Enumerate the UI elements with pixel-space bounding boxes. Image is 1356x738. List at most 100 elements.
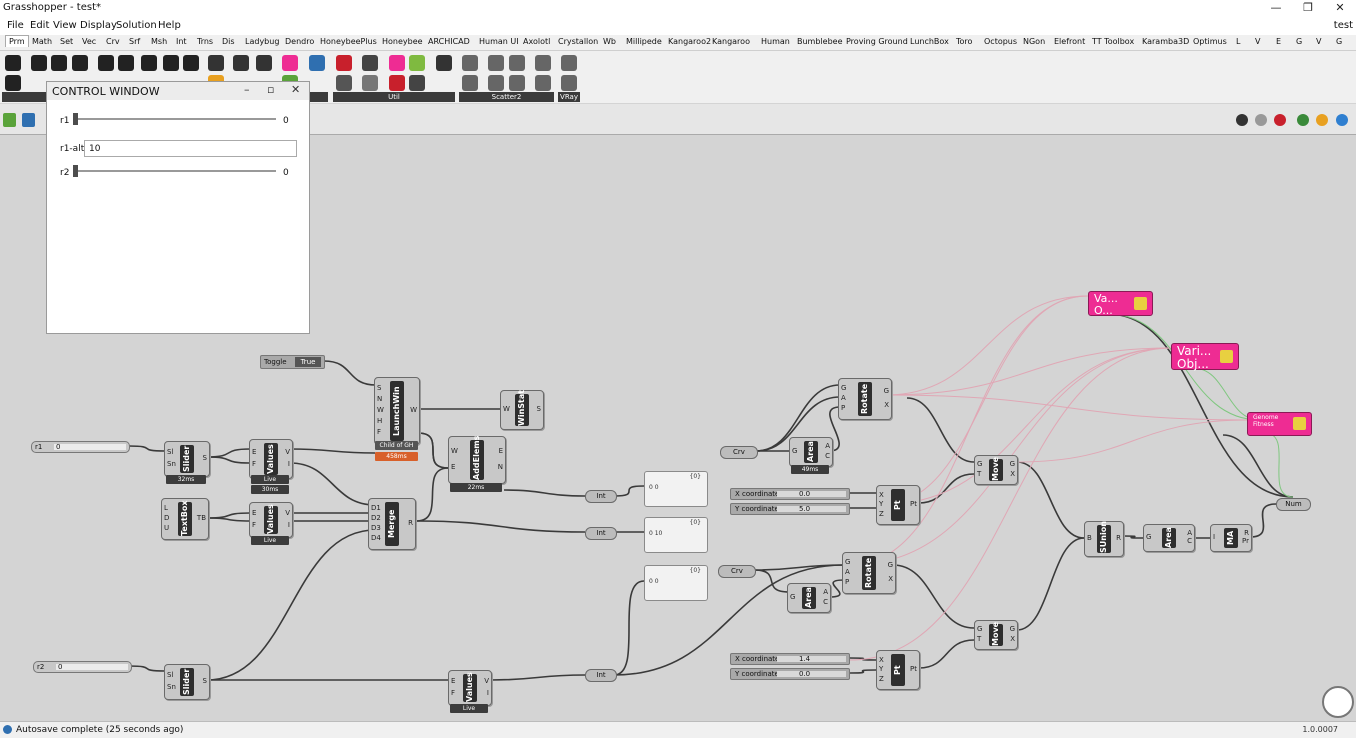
launchwin-output-w[interactable]: W <box>410 406 417 414</box>
ribbon-tool-icon[interactable] <box>436 55 452 71</box>
pt2-y-slider-track[interactable] <box>777 671 846 677</box>
ribbon-tool-icon[interactable] <box>163 55 179 71</box>
pt2-y-slider[interactable]: Y coordinate 0.0 <box>730 668 850 680</box>
merge-output-r[interactable]: R <box>408 519 413 527</box>
move1-component[interactable]: Move G T G X <box>974 455 1018 485</box>
tab-karamba3d-31[interactable]: Karamba3D <box>1142 37 1189 46</box>
rotate1-output-x[interactable]: X <box>884 401 889 409</box>
ribbon-tool-icon[interactable] <box>51 55 67 71</box>
tab-tt-toolbox-30[interactable]: TT Toolbox <box>1092 37 1134 46</box>
control-maximize-button[interactable]: ▫ <box>267 83 274 96</box>
ribbon-tool-icon[interactable] <box>362 55 378 71</box>
rotate2-output-x[interactable]: X <box>888 575 893 583</box>
r2-number-slider-track[interactable] <box>56 664 128 670</box>
ribbon-tool-icon[interactable] <box>462 55 478 71</box>
area2-component[interactable]: Area G A C <box>787 583 831 613</box>
control-minimize-button[interactable]: – <box>244 83 250 96</box>
ribbon-tool-icon[interactable] <box>208 55 224 71</box>
winstat-output-s[interactable]: S <box>537 405 541 413</box>
tab-proving-ground-24[interactable]: Proving Ground <box>846 37 908 46</box>
sunion-output-r[interactable]: R <box>1116 534 1121 542</box>
int3-param[interactable]: Int <box>585 669 617 682</box>
menu-solution[interactable]: Solution <box>116 20 157 31</box>
merge-input-d1[interactable]: D1 <box>371 504 381 512</box>
area2-output-a[interactable]: A <box>823 588 828 596</box>
ribbon-tool-icon[interactable] <box>535 55 551 71</box>
values2-input-e[interactable]: E <box>252 509 256 517</box>
move1-output-x[interactable]: X <box>1010 470 1015 478</box>
slider1-component[interactable]: Slider Sl Sn S <box>164 441 210 477</box>
r2-number-slider[interactable]: r2 0 <box>33 661 132 673</box>
tab-honeybee-13[interactable]: Honeybee <box>382 37 423 46</box>
tab-elefront-29[interactable]: Elefront <box>1054 37 1085 46</box>
ribbon-tool-icon[interactable] <box>509 75 525 91</box>
ribbon-group-scatter2[interactable]: Scatter2 <box>459 92 554 102</box>
preview-mode-icon[interactable] <box>1236 114 1248 126</box>
tab-dendro-11[interactable]: Dendro <box>285 37 314 46</box>
area2-input-g[interactable]: G <box>790 593 795 601</box>
close-button[interactable]: ✕ <box>1324 0 1356 17</box>
slider1-output-s[interactable]: S <box>203 454 207 462</box>
control-window-header[interactable]: CONTROL WINDOW – ▫ ✕ <box>47 82 309 100</box>
rotate1-input-a[interactable]: A <box>841 394 846 402</box>
launchwin-input-f[interactable]: F <box>377 428 381 436</box>
launchwin-input-w[interactable]: W <box>377 406 384 414</box>
values3-output-v[interactable]: V <box>484 677 489 685</box>
ribbon-tool-icon[interactable] <box>233 55 249 71</box>
ribbon-tool-icon[interactable] <box>5 75 21 91</box>
merge-input-d3[interactable]: D3 <box>371 524 381 532</box>
ribbon-tool-icon[interactable] <box>336 75 352 91</box>
ribbon-tool-icon[interactable] <box>141 55 157 71</box>
ribbon-tool-icon[interactable] <box>72 55 88 71</box>
values3-output-i[interactable]: I <box>487 689 489 697</box>
tab-archicad-14[interactable]: ARCHICAD <box>428 37 470 46</box>
values1-component[interactable]: Values E F V I <box>249 439 293 479</box>
pt1-input-y[interactable]: Y <box>879 500 883 508</box>
area3-component[interactable]: Area G A C <box>1143 524 1195 552</box>
pt1-x-slider[interactable]: X coordinate 0.0 <box>730 488 850 500</box>
slider1-input-sn[interactable]: Sn <box>167 460 176 468</box>
tab-toro-26[interactable]: Toro <box>956 37 972 46</box>
textbox-input-u[interactable]: U <box>164 524 169 532</box>
int1-param[interactable]: Int <box>585 490 617 503</box>
values1-input-e[interactable]: E <box>252 448 256 456</box>
addelems-input-e[interactable]: E <box>451 463 455 471</box>
values3-input-f[interactable]: F <box>451 689 455 697</box>
tab-v-34[interactable]: V <box>1255 37 1260 46</box>
ma-output-pr[interactable]: Pr <box>1242 537 1249 545</box>
area1-input-g[interactable]: G <box>792 447 797 455</box>
area1-component[interactable]: Area G A C <box>789 437 833 467</box>
values2-component[interactable]: Values E F V I <box>249 502 293 538</box>
tab-int-7[interactable]: Int <box>176 37 187 46</box>
crv2-param[interactable]: Crv <box>718 565 756 578</box>
num-param[interactable]: Num <box>1276 498 1311 511</box>
slider2-component[interactable]: Slider Sl Sn S <box>164 664 210 700</box>
pt1-x-slider-track[interactable] <box>777 491 846 497</box>
merge-input-d4[interactable]: D4 <box>371 534 381 542</box>
area1-output-a[interactable]: A <box>825 442 830 450</box>
launchwin-input-h[interactable]: H <box>377 417 382 425</box>
rotate2-component[interactable]: Rotate G A P G X <box>842 552 896 594</box>
tab-ngon-28[interactable]: NGon <box>1023 37 1045 46</box>
tab-honeybeeplus-12[interactable]: HoneybeePlus <box>320 37 377 46</box>
r1-number-slider-track[interactable] <box>54 444 126 450</box>
pt1-component[interactable]: Pt X Y Z Pt <box>876 485 920 525</box>
pt2-input-z[interactable]: Z <box>879 675 884 683</box>
ribbon-tool-icon[interactable] <box>409 55 425 71</box>
values2-output-v[interactable]: V <box>285 509 290 517</box>
pt1-output-pt[interactable]: Pt <box>910 500 917 508</box>
ribbon-tool-icon[interactable] <box>183 55 199 71</box>
pt1-y-slider-track[interactable] <box>777 506 846 512</box>
winstat-input-w[interactable]: W <box>503 405 510 413</box>
r1-slider-thumb[interactable] <box>73 113 78 125</box>
menu-view[interactable]: View <box>53 20 77 31</box>
wireframe-preview-icon[interactable] <box>1255 114 1267 126</box>
slider2-input-sn[interactable]: Sn <box>167 683 176 691</box>
r1alt-input[interactable]: 10 <box>84 140 297 157</box>
ribbon-tool-icon[interactable] <box>5 55 21 71</box>
values3-input-e[interactable]: E <box>451 677 455 685</box>
r2-slider-thumb[interactable] <box>73 165 78 177</box>
addelems-input-w[interactable]: W <box>451 447 458 455</box>
tab-v-37[interactable]: V <box>1316 37 1321 46</box>
boolean-toggle[interactable]: Toggle True <box>260 355 325 369</box>
